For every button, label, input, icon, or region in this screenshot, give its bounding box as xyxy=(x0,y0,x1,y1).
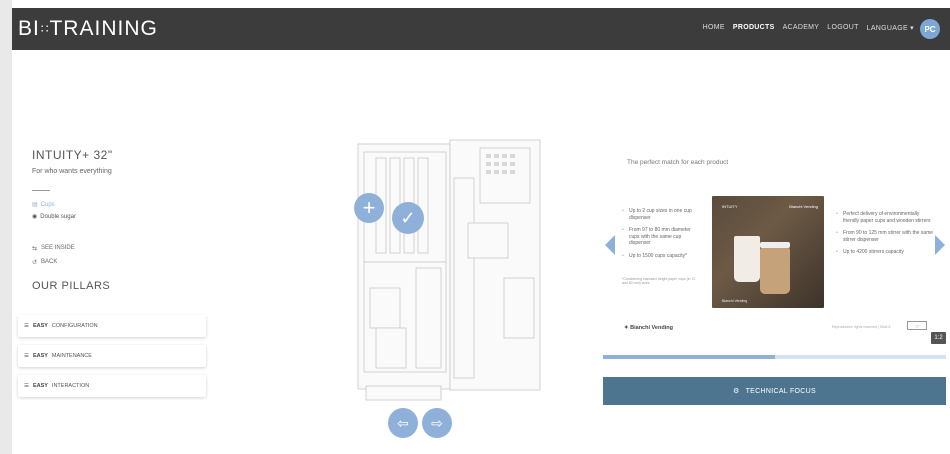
list-icon: ☰ xyxy=(24,323,29,329)
list-item: Up to 4200 stirrers capacity xyxy=(836,249,936,256)
next-view-button[interactable]: ⇨ xyxy=(422,408,452,438)
back-icon: ↺ xyxy=(32,260,38,266)
prev-view-button[interactable]: ⇦ xyxy=(388,408,418,438)
see-inside-icon: ⇆ xyxy=(32,246,38,252)
option-double-sugar[interactable]: ◉ Double sugar xyxy=(32,213,212,221)
small-logo-icon: ▢ xyxy=(907,321,927,330)
bianchi-vending-logo: ✦ Bianchi Vending xyxy=(624,325,673,331)
kraft-cup xyxy=(760,248,790,294)
brand-logo[interactable]: BI∷TRAINING xyxy=(18,17,158,41)
slide-footnote: *Considering standard-height paper cups … xyxy=(622,277,696,285)
slide-note: Reproduction rights reserved | Slide 8 xyxy=(832,325,891,329)
right-feature-list: Perfect delivery of environmentally frie… xyxy=(836,211,936,262)
carousel-next-arrow[interactable] xyxy=(935,235,945,255)
user-avatar[interactable]: PC xyxy=(920,19,940,39)
list-icon: ☰ xyxy=(24,353,29,359)
photo-brand: Bianchi Vending xyxy=(789,204,818,209)
zoom-button[interactable]: 1:2 xyxy=(931,332,946,344)
vending-machine-illustration xyxy=(357,139,541,401)
nav-home[interactable]: HOME xyxy=(703,24,725,32)
product-info-panel: INTUITY+ 32" For who wants everything ▤ … xyxy=(32,148,212,292)
slide-progress-fill xyxy=(603,355,775,359)
product-title: INTUITY+ 32" xyxy=(32,148,113,162)
pillar-easy-interaction[interactable]: ☰ EASY INTERACTION xyxy=(18,375,206,397)
slide-progress-bar xyxy=(603,355,946,359)
nav-academy[interactable]: ACADEMY xyxy=(783,24,820,32)
pillars-title: OUR PILLARS xyxy=(32,280,111,292)
product-photo: INTUITY Bianchi Vending Bianchi Vending xyxy=(712,196,824,308)
back-link[interactable]: ↺ BACK xyxy=(32,259,212,266)
pillar-easy-configuration[interactable]: ☰ EASY CONFIGURATION xyxy=(18,315,206,337)
gears-icon: ⚙ xyxy=(733,388,740,395)
nav-logout[interactable]: LOGOUT xyxy=(827,24,858,32)
slide-headline: The perfect match for each product xyxy=(627,159,729,166)
photo-bottom-brand: Bianchi Vending xyxy=(722,299,748,303)
pillar-easy-maintenance[interactable]: ☰ EASY MAINTENANCE xyxy=(18,345,206,367)
list-item: Up to 2 cup sizes in one cup dispenser xyxy=(622,208,702,221)
divider xyxy=(32,190,50,191)
list-item: Up to 1500 cups capacity* xyxy=(622,253,702,260)
technical-focus-button[interactable]: ⚙ TECHNICAL FOCUS xyxy=(603,377,946,405)
list-item: Perfect delivery of environmentally frie… xyxy=(836,211,936,224)
selected-check-icon[interactable]: ✓ xyxy=(392,202,424,234)
nav-language[interactable]: LANGUAGE ▾ xyxy=(867,24,914,32)
list-item: From 90 to 125 mm stirrer with the same … xyxy=(836,230,936,243)
cups-icon: ▤ xyxy=(32,202,38,208)
nav-products[interactable]: PRODUCTS xyxy=(733,24,775,32)
carousel-prev-arrow[interactable] xyxy=(605,235,615,255)
photo-tag: INTUITY xyxy=(722,204,738,209)
main-nav: HOME PRODUCTS ACADEMY LOGOUT LANGUAGE ▾ xyxy=(703,24,914,32)
add-option-button[interactable]: + xyxy=(354,193,384,223)
top-navbar: BI∷TRAINING HOME PRODUCTS ACADEMY LOGOUT… xyxy=(12,8,950,50)
product-subtitle: For who wants everything xyxy=(32,168,112,175)
sugar-icon: ◉ xyxy=(32,214,38,220)
see-inside-link[interactable]: ⇆ SEE INSIDE xyxy=(32,245,212,252)
list-icon: ☰ xyxy=(24,383,29,389)
left-feature-list: Up to 2 cup sizes in one cup dispenser F… xyxy=(622,208,702,265)
white-cup xyxy=(734,236,760,282)
list-item: From 97 to 80 mm diameter cups with the … xyxy=(622,227,702,247)
option-cups[interactable]: ▤ Cups xyxy=(32,201,212,209)
